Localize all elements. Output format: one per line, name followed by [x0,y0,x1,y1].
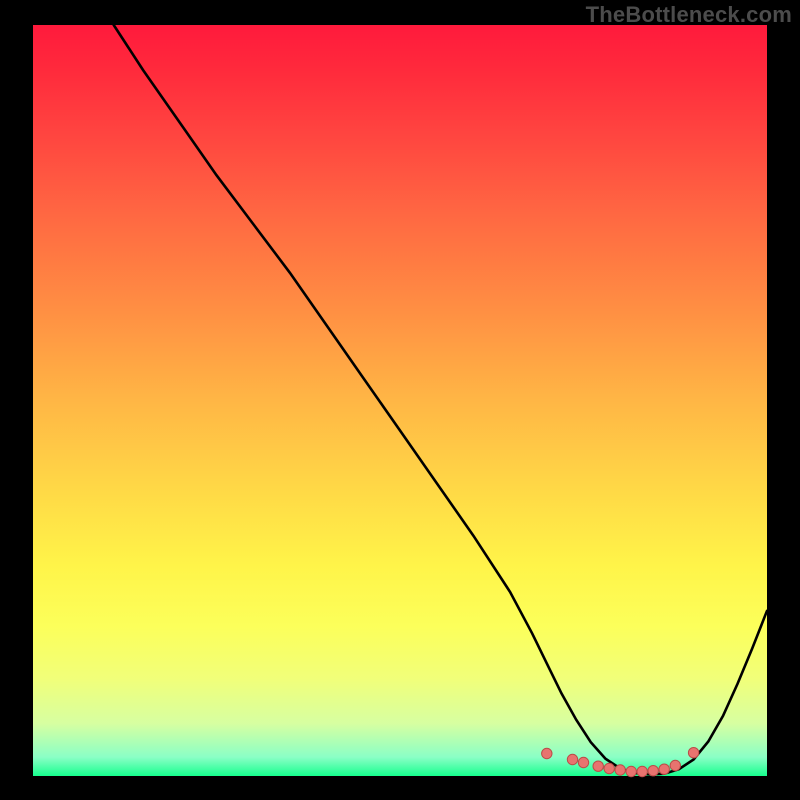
curve-dot [593,761,603,771]
curve-dot [604,763,614,773]
curve-layer [33,25,767,776]
curve-dot [648,766,658,776]
curve-dot [637,766,647,776]
chart-frame: TheBottleneck.com [0,0,800,800]
curve-dot [670,760,680,770]
curve-dot [688,748,698,758]
bottleneck-curve [114,25,767,775]
curve-dots [542,748,699,777]
curve-dot [626,766,636,776]
plot-area [33,25,767,776]
curve-dot [567,754,577,764]
curve-dot [578,757,588,767]
curve-dot [659,764,669,774]
curve-dot [542,748,552,758]
curve-dot [615,765,625,775]
